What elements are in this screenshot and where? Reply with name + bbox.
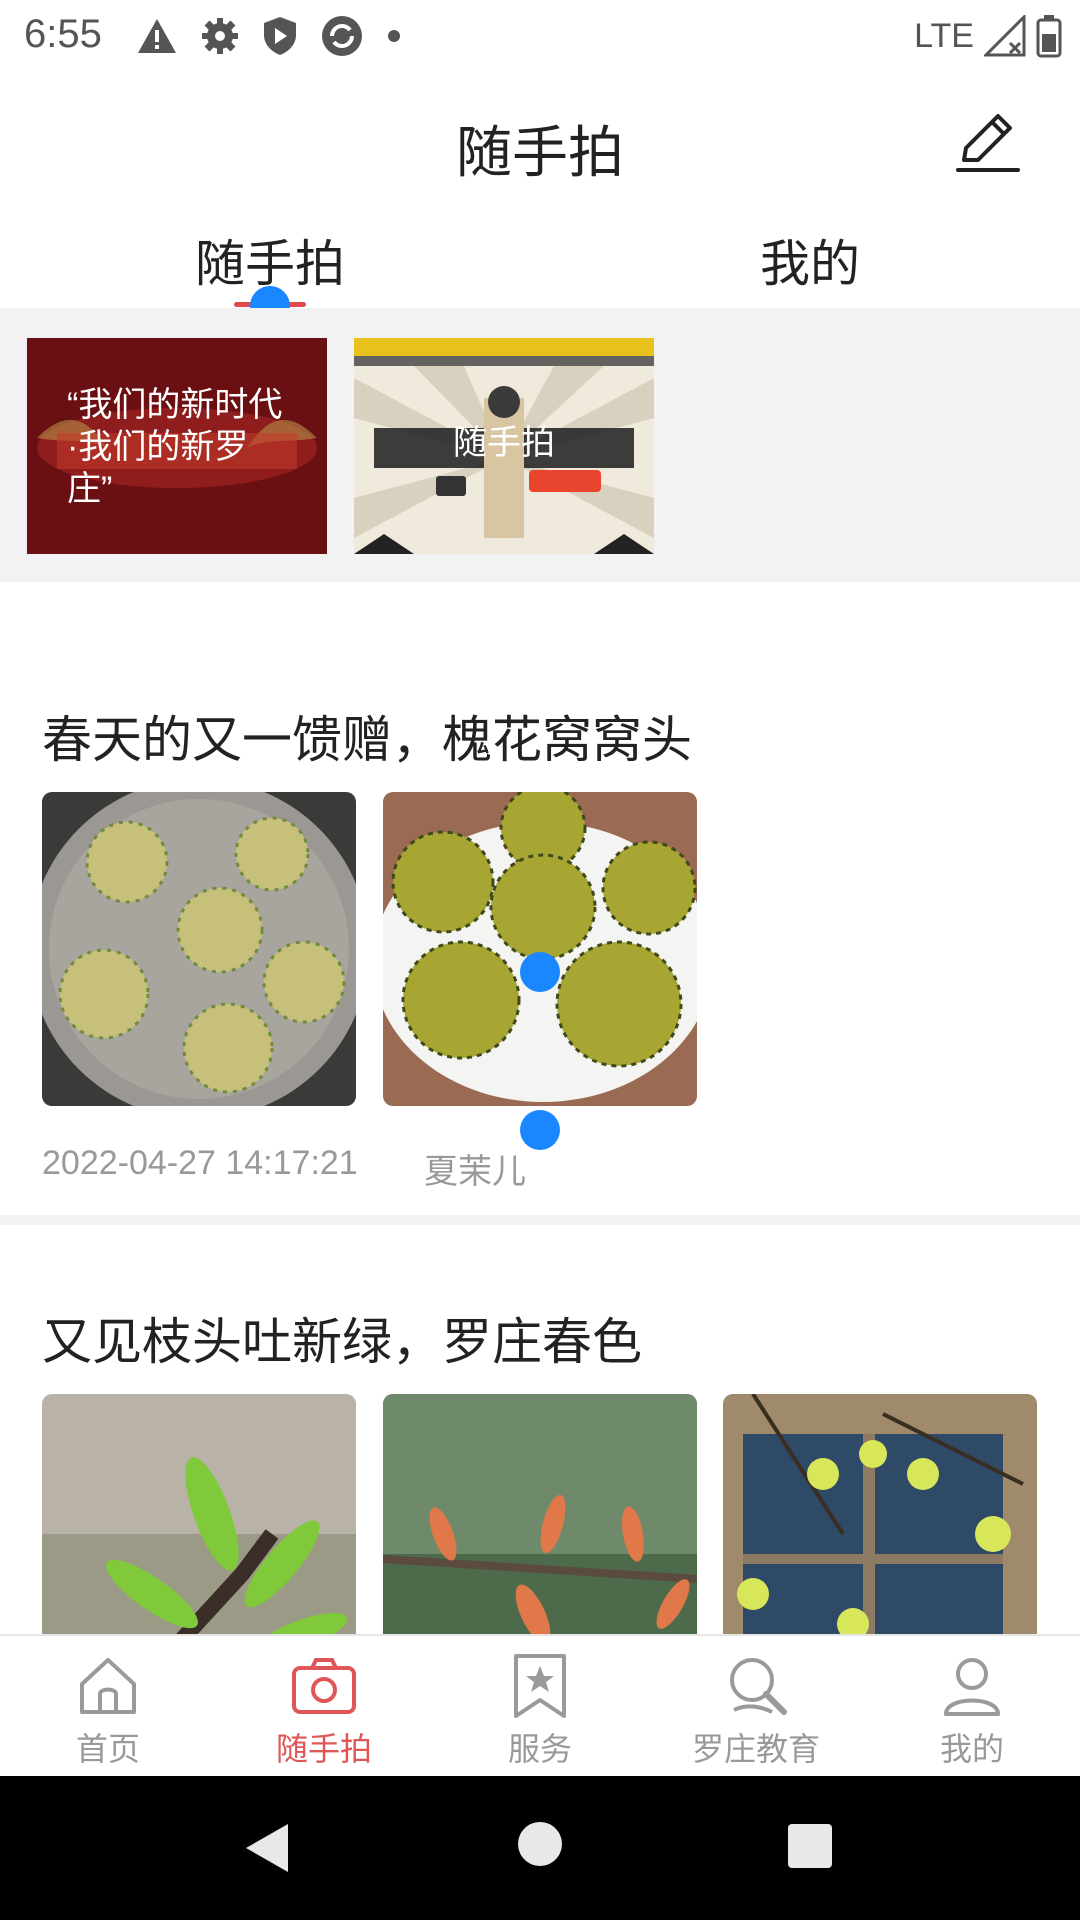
nav-education[interactable]: 罗庄教育 [648,1636,864,1778]
star-bookmark-icon [514,1654,566,1718]
post-title[interactable]: 又见枝头吐新绿，罗庄春色 [42,1302,642,1374]
network-label: LTE [914,16,974,55]
back-icon[interactable] [240,1820,296,1876]
nav-label: 随手拍 [275,1731,372,1767]
dot-icon [388,30,400,42]
warning-icon [138,19,176,53]
touch-indicator [520,1110,560,1150]
signal-icon [984,15,1026,57]
status-bar: 6:55 LTE [0,0,1080,76]
recents-icon[interactable] [786,1822,834,1870]
post-title[interactable]: 春天的又一馈赠，槐花窝窝头 [42,700,692,772]
app-header: 随手拍 [0,76,1080,206]
tab-mine[interactable]: 我的 [540,224,1080,296]
sync-icon [322,16,362,56]
user-icon [944,1658,1000,1716]
system-nav-bar [0,1776,1080,1920]
banner-new-era-text: “我们的新时代·我们的新罗庄” [67,386,283,508]
fried-buns-photo [383,792,697,1106]
post-image-2[interactable] [383,792,697,1106]
edit-button[interactable] [952,104,1024,176]
nav-label: 服务 [507,1731,572,1767]
nav-label: 罗庄教育 [691,1731,820,1767]
divider [0,1215,1080,1225]
status-time: 6:55 [24,12,102,56]
nav-services[interactable]: 服务 [432,1636,648,1778]
touch-indicator [520,952,560,992]
pencil-icon [956,114,1020,172]
bottom-nav: 首页 随手拍 服务 罗庄教育 我的 [0,1634,1080,1778]
banner-new-era[interactable]: “我们的新时代·我们的新罗庄” [27,338,327,554]
tab-bar: 随手拍 我的 [0,206,1080,326]
nav-suishoupai[interactable]: 随手拍 [216,1636,432,1778]
post-author: 夏茉儿 [424,1153,526,1191]
nav-home[interactable]: 首页 [0,1636,216,1778]
banner-suishoupai[interactable]: 随手拍 [354,338,654,554]
page-title: 随手拍 [456,121,624,184]
nav-label: 首页 [75,1731,140,1767]
banner-strip: “我们的新时代·我们的新罗庄” 随手拍 [0,308,1080,582]
home-circle-icon[interactable] [516,1820,564,1868]
post-image-1[interactable] [42,792,356,1106]
education-search-icon [730,1658,787,1715]
camera-icon [292,1658,356,1714]
banner-suishoupai-text: 随手拍 [453,424,555,462]
home-icon [80,1658,136,1714]
nav-label: 我的 [939,1731,1004,1767]
steamed-buns-photo [42,792,356,1106]
post-date: 2022-04-27 14:17:21 [42,1144,358,1182]
status-right: LTE [914,14,1062,58]
status-icons-left [136,14,402,58]
battery-icon [1036,15,1062,58]
gear-icon [202,18,238,54]
nav-mine[interactable]: 我的 [864,1636,1080,1778]
shield-icon [264,17,296,55]
